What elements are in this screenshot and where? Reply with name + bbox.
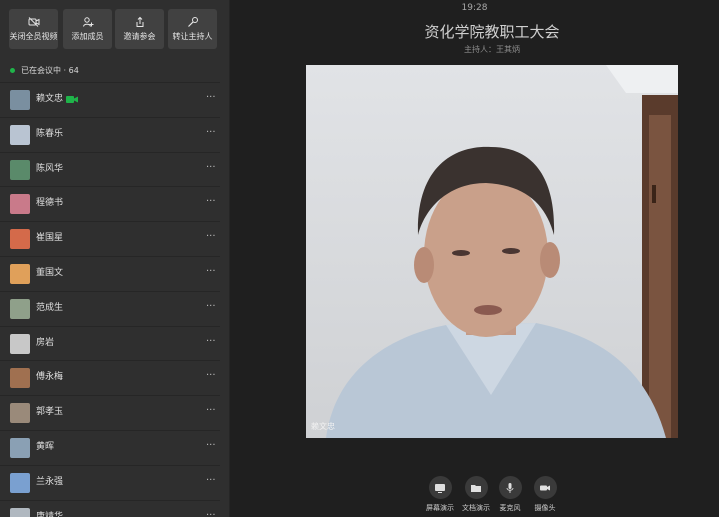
participant-name: 唐靖华 bbox=[36, 511, 64, 517]
mute-all-video-button[interactable]: 关闭全员视频 bbox=[9, 9, 58, 49]
more-options-icon[interactable]: ··· bbox=[206, 475, 216, 487]
meeting-host: 主持人：王其炳 bbox=[464, 45, 520, 54]
speaker-video-frame bbox=[326, 65, 678, 438]
mic-circle bbox=[498, 476, 522, 499]
avatar bbox=[10, 403, 30, 424]
participant-row[interactable]: 陈春乐 ··· bbox=[0, 116, 220, 151]
camera-icon bbox=[540, 485, 550, 490]
more-options-icon[interactable]: ··· bbox=[206, 196, 216, 208]
screen-share-circle bbox=[428, 476, 452, 499]
transfer-host-label: 转让主持人 bbox=[172, 32, 213, 41]
more-options-icon[interactable]: ··· bbox=[206, 370, 216, 382]
camera-on-icon bbox=[66, 96, 78, 103]
screen-share-label: 屏幕演示 bbox=[426, 504, 454, 512]
avatar bbox=[10, 298, 30, 319]
microphone-key-icon bbox=[187, 17, 198, 27]
meeting-window: 关闭全员视频 添加成员 邀请参会 转让主持人 已在会议中 · 64 赖文忠 ··… bbox=[0, 0, 719, 517]
more-options-icon[interactable]: ··· bbox=[206, 510, 216, 517]
avatar bbox=[10, 159, 30, 180]
participant-name: 董国文 bbox=[36, 268, 64, 278]
invite-label: 邀请参会 bbox=[123, 32, 156, 41]
transfer-host-button[interactable]: 转让主持人 bbox=[168, 9, 217, 49]
mute-all-video-label: 关闭全员视频 bbox=[9, 32, 58, 41]
online-dot-icon bbox=[10, 67, 15, 73]
avatar bbox=[10, 194, 30, 215]
participant-row[interactable]: 兰永强 ··· bbox=[0, 464, 220, 499]
avatar bbox=[10, 333, 30, 354]
participant-row[interactable]: 程德书 ··· bbox=[0, 186, 220, 220]
avatar bbox=[10, 472, 30, 493]
participant-row[interactable]: 崔国星 ··· bbox=[0, 221, 220, 255]
meeting-status: 已在会议中 · 64 bbox=[10, 64, 79, 76]
meeting-time: 19:28 bbox=[461, 3, 488, 13]
camera-circle bbox=[533, 476, 557, 499]
share-icon bbox=[136, 16, 143, 27]
avatar bbox=[10, 124, 30, 145]
participant-name: 程德书 bbox=[36, 198, 64, 209]
folder-icon bbox=[471, 484, 481, 492]
participant-name: 崔国星 bbox=[36, 233, 64, 244]
participant-name: 陈风华 bbox=[36, 163, 64, 174]
add-member-button[interactable]: 添加成员 bbox=[63, 9, 112, 49]
participant-row[interactable]: 赖文忠 ··· bbox=[0, 82, 220, 116]
participant-row[interactable]: 黄晖 ··· bbox=[0, 430, 220, 464]
microphone-icon bbox=[506, 482, 514, 493]
participant-row[interactable]: 范成生 ··· bbox=[0, 290, 220, 325]
participant-name: 傅永梅 bbox=[36, 372, 64, 383]
active-speaker-video[interactable]: 赖文忠 bbox=[306, 65, 678, 438]
add-user-icon bbox=[82, 17, 93, 27]
invite-button[interactable]: 邀请参会 bbox=[115, 9, 164, 49]
main-stage: 19:28 资化学院教职工大会 主持人：王其炳 赖文忠 屏幕演示 文档演示 麦克… bbox=[230, 0, 719, 517]
more-options-icon[interactable]: ··· bbox=[206, 127, 216, 139]
participant-row[interactable]: 郭孝玉 ··· bbox=[0, 395, 220, 429]
participant-name: 陈春乐 bbox=[36, 128, 64, 139]
more-options-icon[interactable]: ··· bbox=[206, 162, 216, 174]
monitor-icon bbox=[435, 483, 445, 493]
camera-label: 摄像头 bbox=[534, 504, 556, 512]
participant-name: 范成生 bbox=[36, 302, 64, 313]
status-label: 已在会议中 · 64 bbox=[21, 65, 79, 75]
participant-name: 赖文忠 bbox=[36, 94, 64, 104]
screen-share-button[interactable]: 屏幕演示 bbox=[420, 476, 460, 513]
avatar bbox=[10, 264, 30, 284]
participant-name: 房岩 bbox=[36, 337, 55, 348]
participant-row[interactable]: 董国文 ··· bbox=[0, 256, 220, 290]
avatar bbox=[10, 90, 30, 110]
camera-button[interactable]: 摄像头 bbox=[525, 476, 565, 513]
participant-name: 黄晖 bbox=[36, 442, 55, 452]
more-options-icon[interactable]: ··· bbox=[206, 266, 216, 278]
more-options-icon[interactable]: ··· bbox=[206, 231, 216, 243]
video-off-icon bbox=[28, 17, 39, 27]
more-options-icon[interactable]: ··· bbox=[206, 301, 216, 313]
participant-sidebar: 关闭全员视频 添加成员 邀请参会 转让主持人 已在会议中 · 64 赖文忠 ··… bbox=[0, 0, 230, 517]
add-member-label: 添加成员 bbox=[71, 32, 104, 41]
mic-label: 麦克风 bbox=[499, 504, 521, 512]
more-options-icon[interactable]: ··· bbox=[206, 92, 216, 104]
meeting-title: 资化学院教职工大会 bbox=[424, 23, 560, 41]
avatar bbox=[10, 507, 30, 517]
speaker-name-label: 赖文忠 bbox=[311, 422, 335, 431]
more-options-icon[interactable]: ··· bbox=[206, 405, 216, 417]
participant-row[interactable]: 房岩 ··· bbox=[0, 325, 220, 360]
avatar bbox=[10, 229, 30, 250]
more-options-icon[interactable]: ··· bbox=[206, 440, 216, 452]
participant-row[interactable]: 傅永梅 ··· bbox=[0, 360, 220, 394]
doc-share-label: 文档演示 bbox=[462, 504, 490, 512]
participant-name: 郭孝玉 bbox=[36, 407, 64, 418]
avatar bbox=[10, 438, 30, 458]
participant-name: 兰永强 bbox=[36, 476, 64, 487]
meeting-controls: 屏幕演示 文档演示 麦克风 摄像头 bbox=[230, 476, 719, 516]
participant-row[interactable]: 陈风华 ··· bbox=[0, 151, 220, 186]
participant-row[interactable]: 唐靖华 ··· bbox=[0, 499, 220, 517]
mic-button[interactable]: 麦克风 bbox=[490, 476, 530, 513]
avatar bbox=[10, 368, 30, 389]
doc-share-circle bbox=[464, 476, 488, 499]
more-options-icon[interactable]: ··· bbox=[206, 336, 216, 348]
